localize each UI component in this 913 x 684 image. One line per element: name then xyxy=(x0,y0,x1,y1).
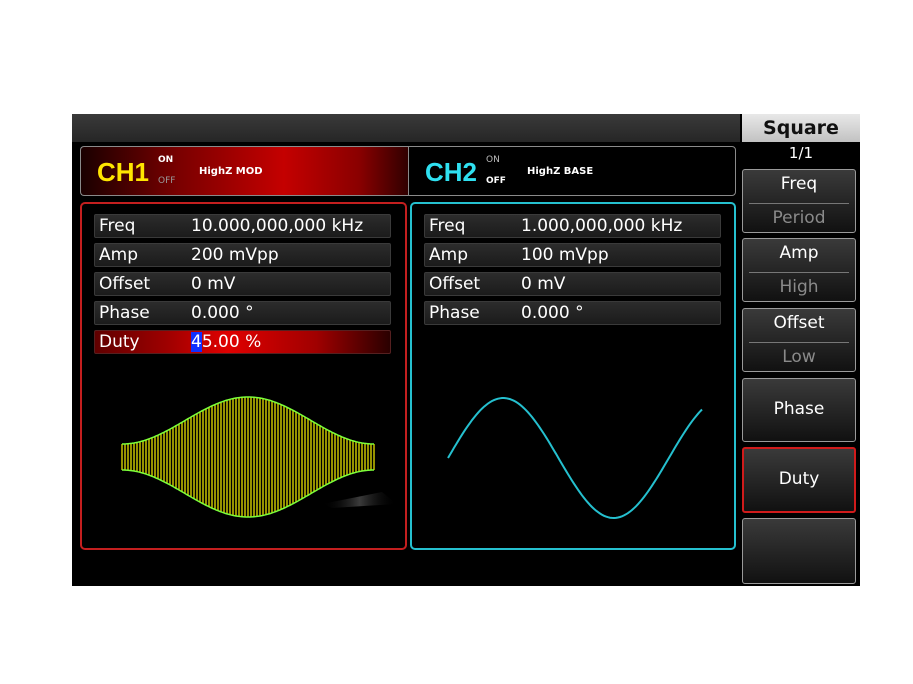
duty-softkey[interactable]: Duty xyxy=(742,447,856,513)
reflection-shape xyxy=(322,492,397,508)
softkey-label: Phase xyxy=(773,399,825,419)
ch2-waveform-display xyxy=(447,397,703,520)
ch2-header[interactable]: CH2 ON OFF HighZ BASE xyxy=(408,146,736,196)
ch1-off-label: OFF xyxy=(158,176,176,186)
modulated-wave xyxy=(121,397,375,517)
ch2-off-label: OFF xyxy=(486,176,506,186)
softkey-primary-label: Freq xyxy=(780,174,818,194)
ch1-name: CH1 xyxy=(97,157,150,187)
freq-period-softkey[interactable]: Freq Period xyxy=(742,169,856,233)
softkey-secondary-label: Low xyxy=(782,347,816,367)
softkey-secondary-label: High xyxy=(779,277,819,297)
softkey-divider xyxy=(749,203,849,204)
ch1-on-label: ON xyxy=(158,155,174,165)
ch1-waveform-display xyxy=(121,396,397,518)
phase-softkey[interactable]: Phase xyxy=(742,378,856,442)
ch1-panel: Freq 10.000,000,000 kHz Amp 200 mVpp Off… xyxy=(80,202,407,550)
menu-title: Square xyxy=(742,114,860,142)
softkey-primary-label: Amp xyxy=(779,243,819,263)
ch1-header[interactable]: CH1 ON OFF HighZ MOD xyxy=(80,146,408,196)
ch2-name: CH2 xyxy=(425,157,478,187)
ch2-panel: Freq 1.000,000,000 kHz Amp 100 mVpp Offs… xyxy=(410,202,736,550)
softkey-divider xyxy=(749,342,849,343)
top-status-bar xyxy=(72,114,740,142)
softkey-label: Duty xyxy=(778,469,820,489)
offset-low-softkey[interactable]: Offset Low xyxy=(742,308,856,372)
softkey-divider xyxy=(749,272,849,273)
amp-high-softkey[interactable]: Amp High xyxy=(742,238,856,302)
ch1-status: HighZ MOD xyxy=(199,166,263,177)
generator-screen: CH1 ON OFF HighZ MOD CH2 ON OFF HighZ BA… xyxy=(72,114,860,586)
softkey-secondary-label: Period xyxy=(772,208,826,228)
blank-softkey[interactable] xyxy=(742,518,856,584)
ch2-on-label: ON xyxy=(486,155,500,165)
softkey-primary-label: Offset xyxy=(773,313,825,333)
page-indicator: 1/1 xyxy=(788,144,814,162)
sine-wave xyxy=(447,397,703,520)
ch2-status: HighZ BASE xyxy=(527,166,594,177)
